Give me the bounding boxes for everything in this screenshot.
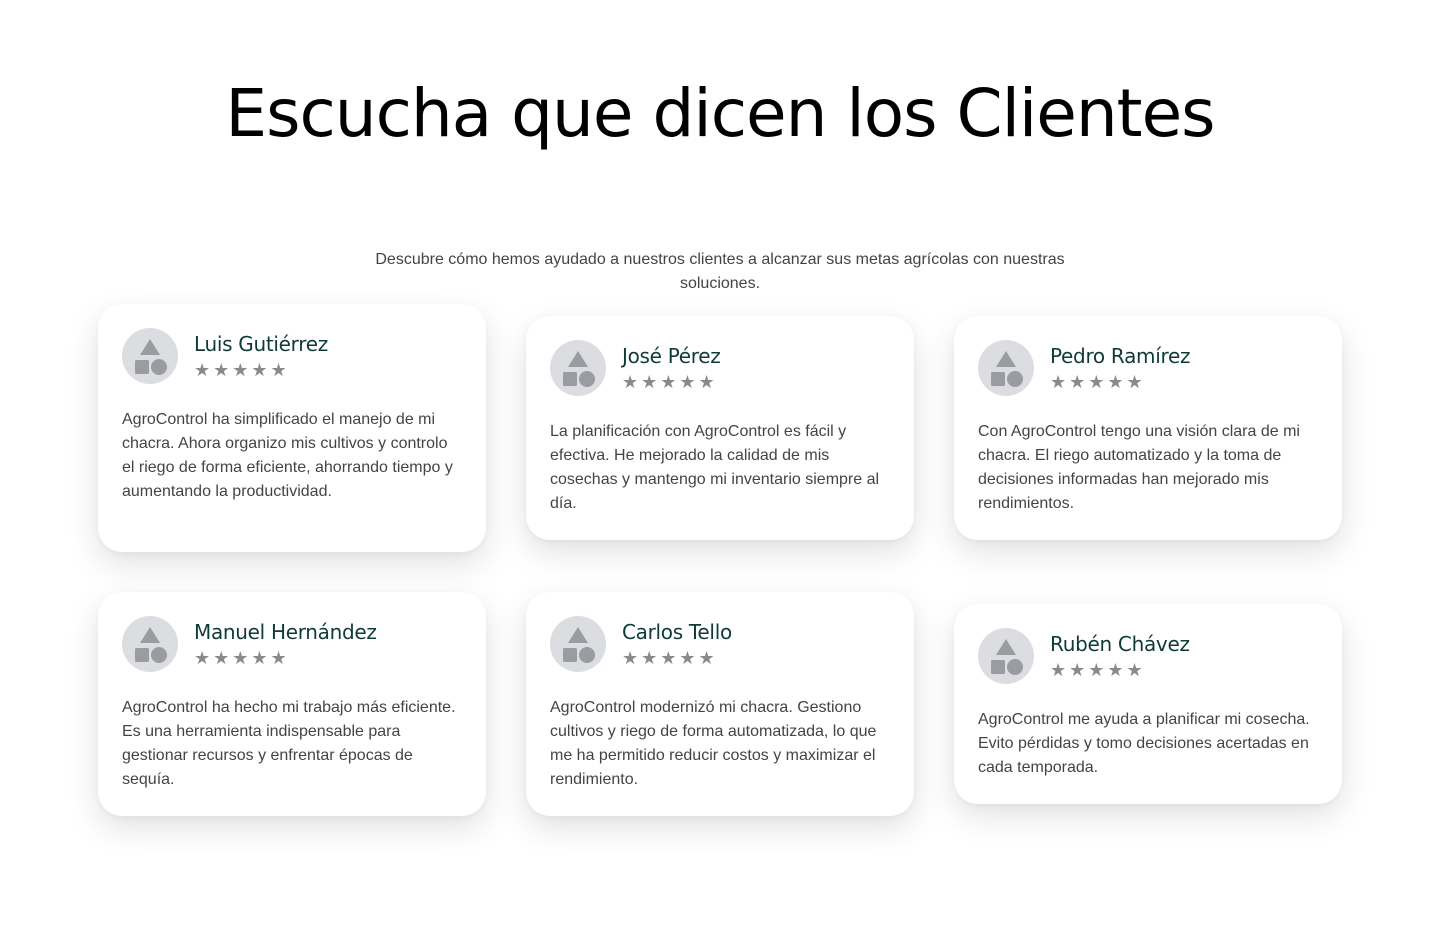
testimonial-quote: AgroControl ha hecho mi trabajo más efic… — [122, 699, 456, 788]
section-subtitle: Descubre cómo hemos ayudado a nuestros c… — [375, 251, 1065, 292]
shapes-placeholder-icon — [563, 351, 595, 387]
shapes-placeholder-icon — [563, 627, 595, 663]
testimonial-author: Manuel Hernández ★★★★★ — [194, 618, 377, 670]
testimonial-author: José Pérez ★★★★★ — [622, 342, 721, 394]
testimonial-author: Rubén Chávez ★★★★★ — [1050, 630, 1190, 682]
testimonial-author: Pedro Ramírez ★★★★★ — [1050, 342, 1190, 394]
testimonial-quote: AgroControl me ayuda a planificar mi cos… — [978, 711, 1310, 776]
testimonial-card: José Pérez ★★★★★ La planificación con Ag… — [526, 316, 914, 540]
testimonial-quote: AgroControl modernizó mi chacra. Gestion… — [550, 699, 877, 788]
section-title-text: Escucha que dicen los Clientes — [225, 75, 1215, 152]
star-rating: ★★★★★ — [1050, 660, 1146, 681]
author-name: José Pérez — [622, 344, 721, 368]
star-rating: ★★★★★ — [194, 360, 290, 381]
testimonial-header: Pedro Ramírez ★★★★★ — [978, 340, 1318, 396]
avatar — [978, 628, 1034, 684]
testimonial-card: Carlos Tello ★★★★★ AgroControl modernizó… — [526, 592, 914, 816]
star-rating: ★★★★★ — [1050, 372, 1146, 393]
author-name: Carlos Tello — [622, 620, 732, 644]
shapes-placeholder-icon — [991, 639, 1023, 675]
testimonial-card: Luis Gutiérrez ★★★★★ AgroControl ha simp… — [98, 304, 486, 552]
shapes-placeholder-icon — [991, 351, 1023, 387]
avatar — [978, 340, 1034, 396]
testimonial-card: Manuel Hernández ★★★★★ AgroControl ha he… — [98, 592, 486, 816]
testimonial-header: Carlos Tello ★★★★★ — [550, 616, 890, 672]
shapes-placeholder-icon — [135, 627, 167, 663]
author-name: Rubén Chávez — [1050, 632, 1190, 656]
testimonial-header: Manuel Hernández ★★★★★ — [122, 616, 462, 672]
star-rating: ★★★★★ — [622, 648, 718, 669]
testimonial-quote: La planificación con AgroControl es fáci… — [550, 423, 880, 512]
avatar — [122, 616, 178, 672]
testimonial-header: Rubén Chávez ★★★★★ — [978, 628, 1318, 684]
section-title: Escucha que dicen los Clientes — [0, 78, 1440, 150]
testimonial-quote: Con AgroControl tengo una visión clara d… — [978, 423, 1300, 512]
testimonial-header: Luis Gutiérrez ★★★★★ — [122, 328, 462, 384]
author-name: Luis Gutiérrez — [194, 332, 328, 356]
avatar — [122, 328, 178, 384]
avatar — [550, 616, 606, 672]
testimonial-card: Rubén Chávez ★★★★★ AgroControl me ayuda … — [954, 604, 1342, 804]
author-name: Manuel Hernández — [194, 620, 377, 644]
testimonial-author: Luis Gutiérrez ★★★★★ — [194, 330, 328, 382]
testimonial-quote: AgroControl ha simplificado el manejo de… — [122, 411, 453, 500]
testimonial-card: Pedro Ramírez ★★★★★ Con AgroControl teng… — [954, 316, 1342, 540]
avatar — [550, 340, 606, 396]
star-rating: ★★★★★ — [194, 648, 290, 669]
testimonial-header: José Pérez ★★★★★ — [550, 340, 890, 396]
shapes-placeholder-icon — [135, 339, 167, 375]
star-rating: ★★★★★ — [622, 372, 718, 393]
testimonial-author: Carlos Tello ★★★★★ — [622, 618, 732, 670]
author-name: Pedro Ramírez — [1050, 344, 1191, 368]
